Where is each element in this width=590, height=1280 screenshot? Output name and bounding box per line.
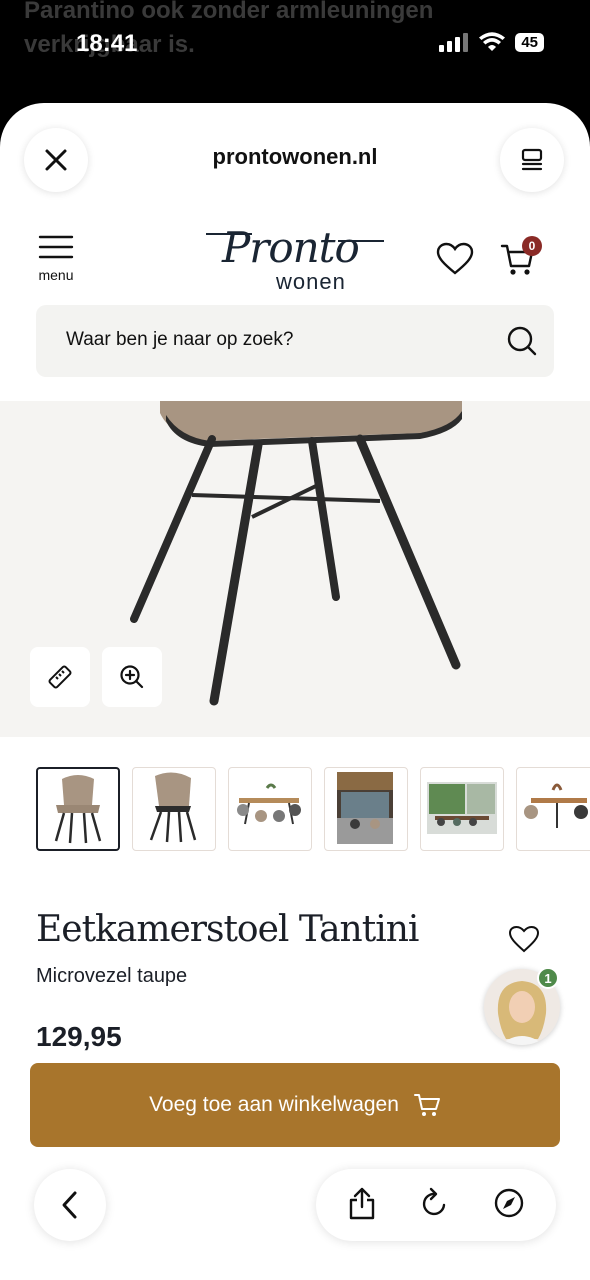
browser-sheet: prontowonen.nl menu Pronto wonen 0 Waar … — [0, 103, 590, 1280]
thumbnail-2[interactable] — [132, 767, 216, 851]
hamburger-icon — [38, 235, 74, 259]
product-title: Eetkamerstoel Tantini — [36, 909, 419, 950]
search-input[interactable]: Waar ben je naar op zoek? — [36, 305, 554, 377]
status-time: 18:41 — [76, 30, 138, 57]
reload-icon — [422, 1187, 446, 1215]
cart-icon — [413, 1094, 440, 1116]
search-button[interactable] — [506, 325, 538, 362]
garden-room-thumb — [427, 782, 497, 834]
heart-icon — [436, 242, 474, 275]
share-icon — [350, 1187, 375, 1219]
product-image[interactable] — [0, 401, 590, 737]
dining-set-thumb — [237, 783, 301, 825]
tabs-icon — [521, 148, 543, 171]
table-set-thumb — [524, 783, 588, 828]
zoom-button[interactable] — [102, 647, 162, 707]
thumbnail-strip — [36, 767, 590, 853]
thumbnail-1[interactable] — [36, 767, 120, 851]
signal-icon — [439, 33, 469, 52]
chair-front-thumb — [54, 775, 102, 844]
ruler-icon — [48, 665, 72, 689]
thumbnail-5[interactable] — [420, 767, 504, 851]
search-icon — [507, 326, 537, 356]
battery-indicator: 45 — [515, 32, 544, 52]
add-to-cart-button[interactable]: Voeg toe aan winkelwagen — [30, 1063, 560, 1147]
status-icons: 45 — [439, 32, 544, 52]
status-bar: 18:41 45 — [0, 0, 590, 90]
zoom-in-icon — [120, 665, 144, 689]
chair-back-thumb — [149, 772, 197, 843]
menu-label: menu — [38, 267, 74, 283]
reload-button[interactable] — [420, 1187, 450, 1224]
pronto-wonen-logo[interactable]: Pronto wonen — [200, 223, 390, 295]
chat-notification-badge: 1 — [537, 967, 559, 989]
browser-actions — [316, 1169, 556, 1241]
room-thumb — [337, 772, 393, 844]
browser-toolbar — [0, 1163, 590, 1280]
cart-count-badge: 0 — [522, 236, 542, 256]
thumbnail-3[interactable] — [228, 767, 312, 851]
logo-sub-text: wonen — [276, 269, 346, 294]
tabs-button[interactable] — [500, 128, 564, 192]
product-variant: Microvezel taupe — [36, 965, 188, 987]
wishlist-button[interactable] — [436, 242, 474, 281]
dimensions-button[interactable] — [30, 647, 90, 707]
add-to-cart-label: Voeg toe aan winkelwagen — [149, 1093, 399, 1116]
product-price: 129,95 — [36, 1021, 122, 1052]
product-wishlist-button[interactable] — [508, 925, 540, 958]
thumbnail-4[interactable] — [324, 767, 408, 851]
search-placeholder: Waar ben je naar op zoek? — [66, 329, 294, 350]
chevron-left-icon — [62, 1191, 77, 1219]
thumbnail-6[interactable] — [516, 767, 590, 851]
logo-line-right — [338, 240, 384, 242]
logo-main-text: Pronto — [222, 223, 360, 272]
cart-button[interactable]: 0 — [500, 236, 542, 283]
heart-outline-icon — [508, 925, 540, 953]
back-button[interactable] — [34, 1169, 106, 1241]
browser-header: prontowonen.nl — [0, 103, 590, 213]
compass-icon — [494, 1188, 523, 1217]
wifi-icon — [479, 32, 506, 51]
browser-app-button[interactable] — [493, 1187, 525, 1224]
site-header: menu Pronto wonen 0 — [0, 218, 590, 298]
menu-button[interactable]: menu — [34, 234, 78, 283]
share-button[interactable] — [347, 1186, 377, 1225]
